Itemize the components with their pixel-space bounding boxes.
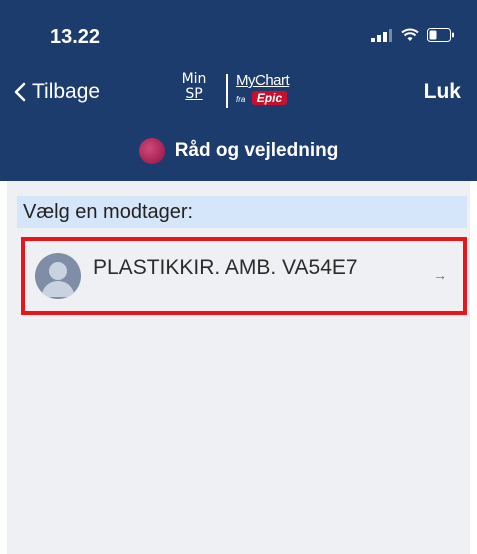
arrow-right-icon: → bbox=[433, 267, 447, 283]
mychart-logo-text: MyChart bbox=[236, 72, 290, 89]
signal-icon bbox=[371, 29, 392, 42]
recipient-name: PLASTIKKIR. AMB. VA54E7 bbox=[93, 256, 358, 279]
back-button[interactable]: Tilbage bbox=[14, 80, 100, 104]
battery-icon bbox=[427, 28, 454, 42]
epic-logo: Epic bbox=[251, 91, 288, 105]
topic-avatar-icon bbox=[138, 138, 165, 164]
recipient-list-item[interactable]: PLASTIKKIR. AMB. VA54E7 → bbox=[21, 237, 467, 315]
mychart-logo: MyChart fra Epic bbox=[236, 72, 306, 107]
mychart-logo-fra: fra bbox=[236, 95, 246, 104]
page-subtitle-text: Råd og vejledning bbox=[174, 140, 339, 161]
person-avatar-icon bbox=[35, 253, 81, 299]
status-icons bbox=[371, 28, 455, 42]
recipient-prompt: Vælg en modtager: bbox=[17, 196, 467, 228]
logo-divider bbox=[226, 74, 228, 108]
app-header: 13.22 Tilbage Min SP MyChart fra Epic Lu… bbox=[0, 0, 477, 181]
status-time: 13.22 bbox=[50, 26, 101, 48]
wifi-icon bbox=[401, 28, 419, 41]
chevron-left-icon bbox=[14, 82, 26, 102]
main-content: Vælg en modtager: PLASTIKKIR. AMB. VA54E… bbox=[7, 181, 470, 554]
page-subtitle: Råd og vejledning bbox=[0, 138, 477, 164]
back-label: Tilbage bbox=[32, 80, 101, 103]
minsp-logo-top: Min bbox=[181, 71, 207, 87]
close-button[interactable]: Luk bbox=[424, 80, 461, 104]
minsp-logo: Min SP bbox=[174, 72, 214, 102]
minsp-logo-bottom: SP bbox=[185, 86, 203, 102]
